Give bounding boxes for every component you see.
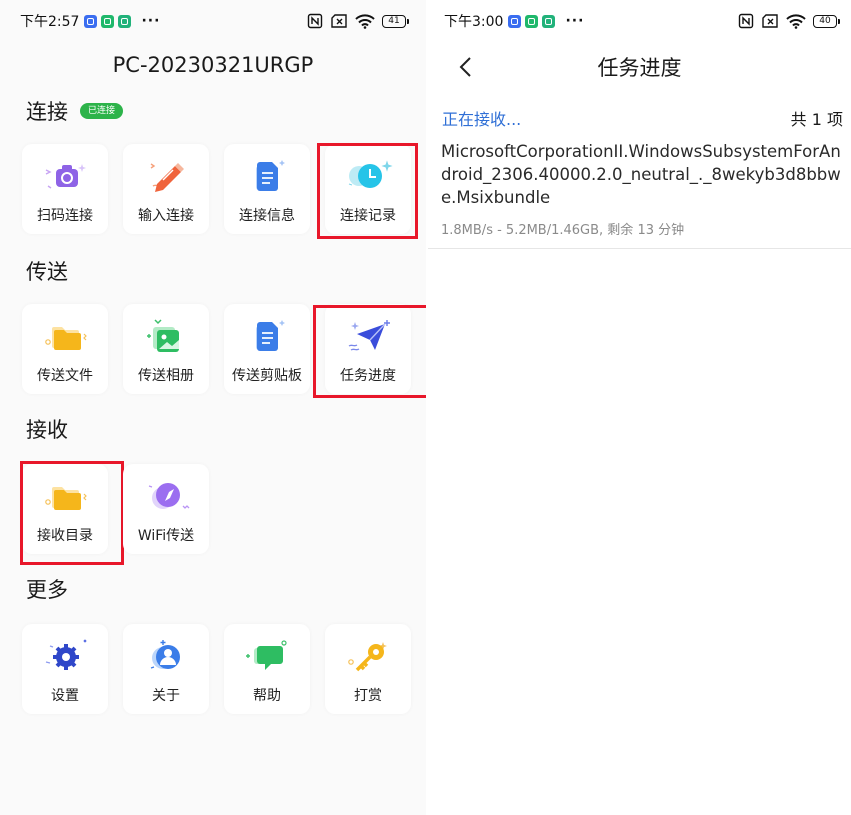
task-progress-screen: 下午3:00 ··· 40 任务进度 正在接收... 共 1 项 Microso… bbox=[428, 0, 851, 815]
tile-label: 帮助 bbox=[253, 688, 281, 704]
shield-notification-icon bbox=[525, 14, 539, 28]
no-sim-icon bbox=[331, 14, 347, 28]
section-title: 接收 bbox=[26, 418, 68, 442]
section-title: 更多 bbox=[26, 578, 68, 602]
status-bar: 下午3:00 ··· 40 bbox=[444, 10, 840, 32]
folder-icon bbox=[45, 487, 87, 510]
app-notification-icon bbox=[84, 14, 98, 28]
more-notifications-icon: ··· bbox=[565, 13, 585, 29]
tile-label: 打赏 bbox=[354, 688, 382, 704]
device-name: PC-20230321URGP bbox=[112, 53, 314, 77]
nfc-icon bbox=[738, 13, 754, 29]
camera-icon bbox=[45, 164, 86, 189]
clock-icon bbox=[348, 160, 393, 188]
more-notifications-icon: ··· bbox=[141, 13, 161, 29]
send-clipboard-button[interactable]: 传送剪贴板 bbox=[224, 304, 310, 394]
chat-icon bbox=[246, 640, 287, 670]
photo-icon bbox=[147, 319, 179, 352]
input-connect-button[interactable]: 输入连接 bbox=[123, 144, 209, 234]
send-album-button[interactable]: 传送相册 bbox=[123, 304, 209, 394]
tile-label: 连接记录 bbox=[340, 208, 396, 224]
receive-dir-button[interactable]: 接收目录 bbox=[22, 464, 108, 554]
tile-label: 扫码连接 bbox=[37, 208, 93, 224]
section-title: 连接 bbox=[26, 100, 68, 124]
section-more: 更多 bbox=[26, 574, 68, 604]
battery-icon: 41 bbox=[382, 14, 409, 28]
connected-badge: 已连接 bbox=[80, 103, 124, 119]
key-icon bbox=[348, 642, 387, 672]
connect-history-button[interactable]: 连接记录 bbox=[325, 144, 411, 234]
tile-label: 传送文件 bbox=[37, 368, 93, 384]
section-connect: 连接 已连接 bbox=[26, 96, 124, 126]
about-button[interactable]: 关于 bbox=[123, 624, 209, 714]
transfer-progress: 1.8MB/s - 5.2MB/1.46GB, 剩余 13 分钟 bbox=[441, 223, 685, 238]
divider bbox=[428, 248, 851, 249]
tile-label: 关于 bbox=[152, 688, 180, 704]
file-name: MicrosoftCorporationII.WindowsSubsystemF… bbox=[441, 142, 841, 207]
tile-label: 连接信息 bbox=[239, 208, 295, 224]
connect-info-button[interactable]: 连接信息 bbox=[224, 144, 310, 234]
status-time: 下午3:00 bbox=[444, 14, 504, 30]
wifi-send-button[interactable]: WiFi传送 bbox=[123, 464, 209, 554]
wifi-icon bbox=[786, 13, 806, 29]
tile-label: 设置 bbox=[51, 688, 79, 704]
document-icon bbox=[256, 320, 285, 351]
app-notification-icon bbox=[508, 14, 522, 28]
nfc-icon bbox=[307, 13, 323, 29]
section-title: 传送 bbox=[26, 260, 68, 284]
transfer-status: 正在接收... bbox=[442, 110, 522, 129]
tile-label: 输入连接 bbox=[138, 208, 194, 224]
status-time: 下午2:57 bbox=[20, 14, 80, 30]
section-receive: 接收 bbox=[26, 414, 68, 444]
settings-button[interactable]: 设置 bbox=[22, 624, 108, 714]
reward-button[interactable]: 打赏 bbox=[325, 624, 411, 714]
task-progress-button[interactable]: 任务进度 bbox=[325, 304, 411, 394]
page-title: 任务进度 bbox=[597, 56, 682, 80]
send-file-button[interactable]: 传送文件 bbox=[22, 304, 108, 394]
app-notification-icon bbox=[118, 14, 132, 28]
section-send: 传送 bbox=[26, 256, 68, 286]
battery-icon: 40 bbox=[813, 14, 840, 28]
task-count: 共 1 项 bbox=[790, 110, 843, 129]
compass-icon bbox=[148, 483, 190, 509]
app-notification-icon bbox=[542, 14, 556, 28]
document-icon bbox=[256, 160, 285, 191]
shield-notification-icon bbox=[101, 14, 115, 28]
tile-label: 传送相册 bbox=[138, 368, 194, 384]
person-icon bbox=[150, 640, 180, 669]
tile-label: WiFi传送 bbox=[137, 528, 195, 544]
gear-icon bbox=[45, 639, 87, 670]
status-bar: 下午2:57 ··· 41 bbox=[20, 10, 409, 32]
tile-label: 接收目录 bbox=[37, 528, 93, 544]
tile-label: 任务进度 bbox=[340, 368, 396, 384]
home-screen: 下午2:57 ··· 41 PC-20230321URGP 连接 已连接 扫码连… bbox=[0, 0, 426, 815]
no-sim-icon bbox=[762, 14, 778, 28]
paper-plane-icon bbox=[348, 320, 390, 351]
pencil-icon bbox=[150, 163, 184, 192]
scan-connect-button[interactable]: 扫码连接 bbox=[22, 144, 108, 234]
wifi-icon bbox=[355, 13, 375, 29]
tile-label: 传送剪贴板 bbox=[232, 368, 302, 384]
folder-icon bbox=[45, 327, 87, 350]
help-button[interactable]: 帮助 bbox=[224, 624, 310, 714]
